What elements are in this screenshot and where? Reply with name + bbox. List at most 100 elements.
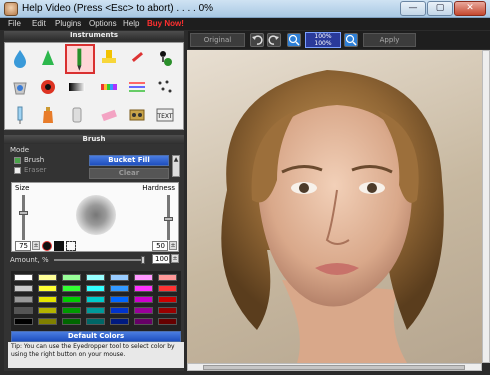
stamp-icon[interactable] (99, 48, 119, 68)
color-swatch[interactable] (86, 318, 105, 325)
eraser-icon[interactable] (99, 105, 119, 125)
menu-buy-now[interactable]: Buy Now! (147, 19, 184, 28)
zoom-in-icon[interactable] (287, 33, 301, 47)
amount-label: Amount, % (10, 256, 49, 264)
bottle-icon[interactable] (38, 105, 58, 125)
size-slider-thumb[interactable] (19, 211, 28, 215)
syringe-icon[interactable] (10, 105, 30, 125)
color-swatch[interactable] (38, 307, 57, 314)
color-swatch[interactable] (110, 307, 129, 314)
color-swatch[interactable] (110, 274, 129, 281)
redo-icon[interactable] (267, 33, 281, 47)
menu-file[interactable]: File (8, 19, 21, 28)
amount-slider-thumb[interactable] (141, 256, 145, 264)
size-spinner[interactable]: ± (32, 241, 40, 250)
apply-button[interactable]: Apply (363, 33, 416, 47)
water-drop-icon[interactable] (10, 48, 30, 68)
brush-mode-label: Brush (24, 156, 45, 164)
amount-spinner[interactable]: ± (171, 254, 179, 263)
zoom-out-icon[interactable] (344, 33, 358, 47)
color-swatch[interactable] (158, 318, 177, 325)
square-brush-shape[interactable] (54, 241, 64, 251)
color-swatch[interactable] (62, 307, 81, 314)
color-swatch[interactable] (134, 307, 153, 314)
original-button[interactable]: Original (190, 33, 245, 47)
brush-icon[interactable] (65, 44, 95, 74)
hardness-spinner[interactable]: ± (169, 241, 177, 250)
menu-options[interactable]: Options (89, 19, 117, 28)
vertical-scrollbar[interactable] (482, 50, 490, 363)
maximize-button[interactable]: ▢ (427, 1, 453, 16)
mode-label: Mode (10, 146, 30, 154)
lines-icon[interactable] (127, 77, 147, 97)
menu-bar: File Edit Plugins Options Help Buy Now! (0, 18, 490, 30)
color-swatch[interactable] (62, 274, 81, 281)
joystick-icon[interactable] (155, 48, 175, 68)
color-swatch[interactable] (14, 274, 33, 281)
size-slider[interactable] (22, 195, 25, 240)
tape-icon[interactable] (127, 105, 147, 125)
bucket-fill-button[interactable]: Bucket Fill (89, 155, 169, 166)
rainbow-icon[interactable] (99, 77, 119, 97)
color-swatch[interactable] (110, 296, 129, 303)
menu-plugins[interactable]: Plugins (55, 19, 81, 28)
image-canvas[interactable] (187, 50, 482, 363)
color-swatch[interactable] (62, 318, 81, 325)
color-swatch[interactable] (158, 285, 177, 292)
mode-scroll[interactable]: ▲ (172, 155, 180, 177)
color-swatch[interactable] (86, 307, 105, 314)
color-swatch[interactable] (86, 285, 105, 292)
color-swatch[interactable] (158, 296, 177, 303)
color-swatch[interactable] (38, 318, 57, 325)
menu-help[interactable]: Help (123, 19, 139, 28)
brush-radio[interactable] (14, 157, 21, 164)
color-swatch[interactable] (86, 296, 105, 303)
cone-icon[interactable] (38, 48, 58, 68)
color-swatch[interactable] (14, 285, 33, 292)
amount-slider[interactable] (54, 259, 144, 261)
color-swatch[interactable] (110, 318, 129, 325)
text-tool-label: TEXT (156, 113, 172, 120)
hardness-input[interactable]: 50 (152, 241, 168, 251)
color-swatch[interactable] (62, 296, 81, 303)
gradient-icon[interactable] (67, 77, 87, 97)
color-swatch[interactable] (110, 285, 129, 292)
color-circle-icon[interactable] (38, 77, 58, 97)
color-swatch[interactable] (86, 274, 105, 281)
color-swatch[interactable] (158, 307, 177, 314)
undo-icon[interactable] (250, 33, 264, 47)
brush-shape-preview (76, 195, 116, 235)
color-swatch[interactable] (14, 296, 33, 303)
color-swatch[interactable] (38, 296, 57, 303)
color-swatch[interactable] (62, 285, 81, 292)
scatter-icon[interactable] (155, 77, 175, 97)
minimize-button[interactable]: — (400, 1, 426, 16)
tube-icon[interactable] (67, 105, 87, 125)
color-swatch[interactable] (134, 296, 153, 303)
menu-edit[interactable]: Edit (32, 19, 46, 28)
eraser-radio[interactable] (14, 167, 21, 174)
pen-icon[interactable] (127, 48, 147, 68)
bucket-icon[interactable] (10, 77, 30, 97)
size-input[interactable]: 75 (15, 241, 31, 251)
brush-preview: Size Hardness 75 ± 50 ± (11, 182, 179, 252)
round-brush-shape[interactable] (42, 241, 52, 251)
horizontal-scrollbar[interactable] (187, 363, 482, 371)
color-swatch[interactable] (134, 274, 153, 281)
selection-brush-shape[interactable] (66, 241, 76, 251)
close-button[interactable]: ✕ (454, 1, 486, 16)
color-swatch[interactable] (14, 307, 33, 314)
color-swatch[interactable] (38, 285, 57, 292)
color-swatch[interactable] (134, 318, 153, 325)
clear-button[interactable]: Clear (89, 168, 169, 179)
color-swatch[interactable] (134, 285, 153, 292)
color-swatch[interactable] (158, 274, 177, 281)
text-icon[interactable]: TEXT (155, 105, 175, 125)
default-colors-button[interactable]: Default Colors (11, 331, 181, 342)
amount-input[interactable]: 100 (152, 254, 170, 264)
horizontal-scroll-thumb[interactable] (203, 365, 465, 370)
zoom-level-bottom: 100% (314, 40, 332, 47)
color-swatch[interactable] (38, 274, 57, 281)
hardness-slider-thumb[interactable] (164, 217, 173, 221)
color-swatch[interactable] (14, 318, 33, 325)
